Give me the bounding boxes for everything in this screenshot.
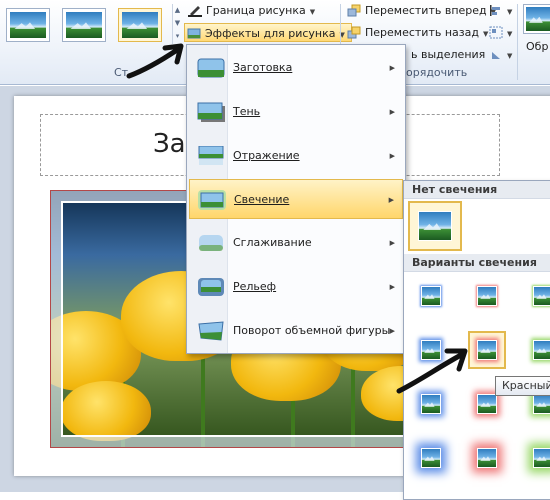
no-glow-option[interactable] [408, 201, 462, 251]
bring-forward-icon [347, 4, 361, 17]
glow-preview-icon [418, 211, 452, 241]
glow-preview-icon [421, 286, 441, 306]
picture-effects-menu: Заготовка ▶ Тень ▶ Отражение ▶ Свечение … [186, 44, 406, 354]
crop-picture-icon [526, 7, 550, 31]
glow-variant-option[interactable] [524, 277, 550, 315]
scroll-up-icon[interactable]: ▲ [173, 4, 182, 17]
preset-label: Заготовка [233, 61, 293, 74]
picture-border-label: Граница рисунка [206, 4, 306, 17]
glow-preview-icon [477, 448, 497, 468]
picture-effects-label: Эффекты для рисунка [205, 27, 336, 40]
submenu-arrow-icon: ▶ [389, 152, 395, 160]
menu-item-preset[interactable]: Заготовка ▶ [189, 48, 403, 88]
menu-item-glow[interactable]: Свечение ▶ [189, 179, 403, 219]
bevel-label: Рельеф [233, 280, 277, 293]
dropdown-arrow-icon: ▼ [507, 30, 513, 38]
preset-effect-icon [197, 58, 225, 78]
glow-variants-header: Варианты свечения [404, 254, 550, 272]
menu-item-label: Заготовка [233, 61, 292, 74]
glow-preview-icon [533, 340, 550, 360]
soft-edges-icon [199, 235, 223, 251]
glow-preview-icon [477, 286, 497, 306]
glow-variant-option[interactable] [524, 439, 550, 477]
3d-rotation-icon [198, 321, 224, 341]
glow-preview-icon [533, 286, 550, 306]
soft-edges-label: Сглаживание [233, 236, 312, 249]
reflection-effect-icon [198, 146, 224, 165]
rotate-icon [492, 52, 500, 59]
picture-style-thumbnail[interactable] [118, 8, 162, 42]
submenu-arrow-icon: ▶ [389, 283, 395, 291]
glow-preview-icon [421, 394, 441, 414]
menu-item-reflection[interactable]: Отражение ▶ [189, 136, 403, 176]
tooltip: Красный, 8 [495, 376, 550, 396]
submenu-arrow-icon: ▶ [389, 239, 395, 247]
glow-preview-icon [533, 394, 550, 414]
align-icon [490, 5, 500, 16]
picture-thumbnail-icon [122, 12, 158, 38]
submenu-arrow-icon: ▶ [389, 64, 395, 72]
3d-rotation-label: Поворот объемной фигуры [233, 324, 391, 337]
crop-label: Обр [526, 40, 549, 53]
menu-item-bevel[interactable]: Рельеф ▶ [189, 267, 403, 307]
dropdown-arrow-icon: ▼ [309, 8, 316, 16]
scroll-down-icon[interactable]: ▼ [173, 17, 182, 30]
no-glow-header: Нет свечения [404, 181, 550, 199]
picture-thumbnail-icon [66, 12, 102, 38]
glow-effect-icon [198, 190, 226, 210]
bevel-effect-icon [198, 278, 224, 296]
submenu-arrow-icon: ▶ [389, 108, 395, 116]
glow-preview-icon [421, 340, 441, 360]
picture-effects-button[interactable]: Эффекты для рисунка ▼ [184, 23, 352, 42]
glow-variant-option[interactable] [412, 439, 450, 477]
picture-thumbnail-icon [10, 12, 46, 38]
dropdown-arrow-icon: ▼ [507, 8, 513, 16]
group-button[interactable]: ▼ [487, 23, 512, 42]
glow-variant-option[interactable] [524, 331, 550, 369]
selection-pane-label: ь выделения [411, 48, 486, 61]
gallery-more-icon[interactable]: ▾ [173, 30, 182, 43]
group-icon [489, 26, 503, 39]
dropdown-arrow-icon: ▼ [507, 52, 513, 60]
menu-item-3d-rotation[interactable]: Поворот объемной фигуры ▶ [189, 311, 403, 351]
glow-preview-icon [477, 394, 497, 414]
send-backward-button[interactable]: Переместить назад ▼ [345, 23, 488, 42]
submenu-arrow-icon: ▶ [389, 327, 395, 335]
picture-style-thumbnail[interactable] [6, 8, 50, 42]
reflection-label: Отражение [233, 149, 300, 162]
menu-item-shadow[interactable]: Тень ▶ [189, 92, 403, 132]
glow-variant-option[interactable] [468, 439, 506, 477]
picture-style-thumbnail[interactable] [62, 8, 106, 42]
glow-preview-icon [421, 448, 441, 468]
shadow-label: Тень [233, 105, 261, 118]
glow-submenu: Нет свечения Варианты свечения [403, 180, 550, 500]
pen-icon [188, 6, 202, 17]
crop-button[interactable] [523, 4, 550, 34]
glow-variant-option[interactable] [412, 385, 450, 423]
glow-preview-icon [477, 340, 497, 360]
submenu-arrow-icon: ▶ [388, 196, 394, 204]
glow-variant-option[interactable] [468, 331, 506, 369]
picture-border-button[interactable]: Граница рисунка ▼ [186, 1, 315, 20]
shadow-effect-icon [197, 102, 225, 122]
bring-forward-label: Переместить вперед [365, 4, 487, 17]
gallery-scrollbar[interactable]: ▲ ▼ ▾ [172, 4, 182, 44]
arrange-group-label: орядочить [406, 66, 468, 79]
align-button[interactable]: ▼ [487, 1, 512, 20]
menu-item-soft-edges[interactable]: Сглаживание ▶ [189, 223, 403, 263]
rotate-button[interactable]: ▼ [487, 45, 512, 64]
glow-preview-icon [533, 448, 550, 468]
glow-variant-option[interactable] [468, 277, 506, 315]
send-backward-icon [347, 26, 361, 39]
picture-styles-group-label: Ст [114, 66, 129, 79]
bring-forward-button[interactable]: Переместить вперед▼ [345, 1, 496, 20]
glow-variant-option[interactable] [412, 331, 450, 369]
glow-label: Свечение [234, 193, 290, 206]
tooltip-text: Красный, 8 [502, 379, 550, 392]
ribbon-separator [517, 4, 518, 80]
send-backward-label: Переместить назад [365, 26, 479, 39]
picture-effects-icon [187, 28, 201, 39]
glow-variant-option[interactable] [412, 277, 450, 315]
